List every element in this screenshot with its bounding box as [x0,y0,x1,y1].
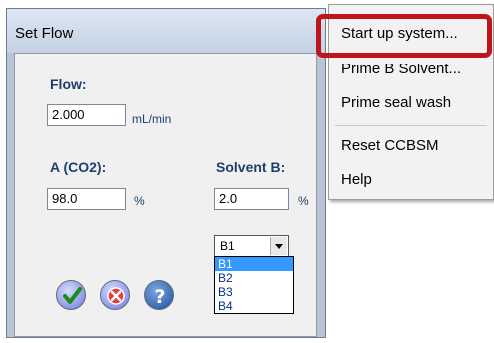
solvent-b-unit: % [298,194,309,208]
menu-item-reset-ccbsm[interactable]: Reset CCBSM [341,137,439,154]
cancel-x-icon [107,287,125,305]
ok-check-icon [63,287,82,304]
menu-item-help[interactable]: Help [341,171,372,188]
highlight-box [316,14,492,58]
dialog-body: Flow: 2.000 mL/min A (CO2): 98.0 % Solve… [14,53,317,337]
menu-item-prime-seal-wash[interactable]: Prime seal wash [341,94,451,111]
cancel-button[interactable] [100,280,130,310]
dialog-titlebar[interactable]: Set Flow [7,9,325,53]
solvent-b-label: Solvent B: [216,159,286,175]
flow-unit: mL/min [132,112,172,126]
dialog-title: Set Flow [15,25,74,42]
chevron-down-icon[interactable] [270,237,287,255]
solvent-b-select-value: B1 [220,239,235,253]
dropdown-option[interactable]: B1 [215,257,293,271]
help-button[interactable]: ? [144,280,174,310]
a-co2-input[interactable]: 98.0 [47,188,126,210]
dropdown-option[interactable]: B3 [215,285,293,299]
ok-button[interactable] [56,280,86,310]
help-question-icon: ? [154,286,165,308]
solvent-b-select[interactable]: B1 [214,235,289,257]
flow-input[interactable]: 2.000 [47,104,126,126]
a-co2-unit: % [134,194,145,208]
dropdown-option[interactable]: B4 [215,299,293,313]
flow-label: Flow: [50,76,87,92]
svg-text:?: ? [154,286,165,308]
solvent-b-dropdown-list: B1 B2 B3 B4 [214,256,294,314]
solvent-b-input[interactable]: 2.0 [214,188,289,210]
menu-separator [335,125,487,126]
a-co2-label: A (CO2): [50,159,107,175]
dropdown-option[interactable]: B2 [215,271,293,285]
menu-item-prime-b-solvent[interactable]: Prime B Solvent... [341,64,461,77]
set-flow-dialog: Set Flow Flow: 2.000 mL/min A (CO2): 98.… [6,8,326,338]
